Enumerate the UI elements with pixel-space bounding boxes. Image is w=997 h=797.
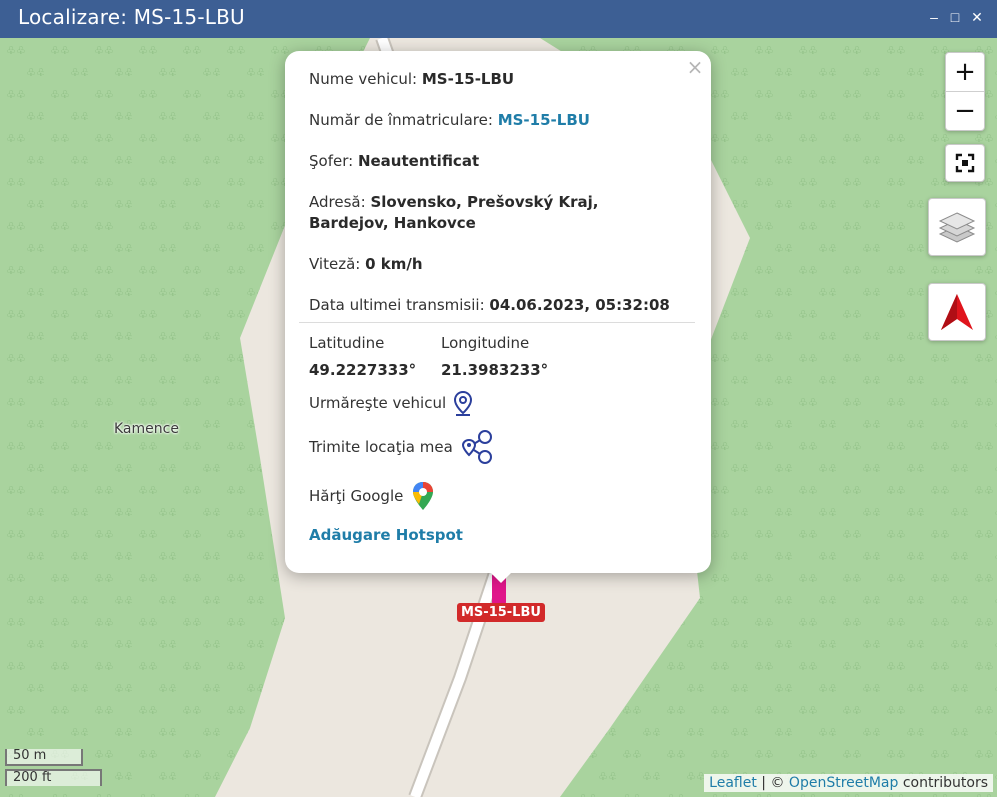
map-attribution: Leaflet | © OpenStreetMap contributors bbox=[704, 774, 993, 792]
zoom-control: + − bbox=[945, 52, 985, 131]
scale-imperial: 200 ft bbox=[5, 769, 102, 786]
fullscreen-icon bbox=[955, 153, 975, 173]
popup-divider bbox=[299, 322, 695, 323]
speed-label: Viteză: bbox=[309, 255, 361, 273]
plate-row: Număr de înmatriculare: MS-15-LBU bbox=[309, 110, 669, 131]
popup-tip bbox=[489, 571, 513, 583]
zoom-out-button[interactable]: − bbox=[946, 91, 984, 130]
latitude-label: Latitudine bbox=[309, 334, 385, 352]
leaflet-link[interactable]: Leaflet bbox=[709, 775, 757, 791]
vehicle-name-row: Nume vehicul: MS-15-LBU bbox=[309, 69, 669, 90]
latitude-number: 49.2227333° bbox=[309, 361, 417, 379]
vehicle-name-label: Nume vehicul: bbox=[309, 70, 418, 88]
map-view[interactable]: ♧♧ ♧♧ Kamence + − bbox=[0, 38, 997, 797]
scale-metric: 50 m bbox=[5, 749, 83, 766]
fullscreen-button[interactable] bbox=[945, 144, 985, 182]
speed-value: 0 km/h bbox=[365, 255, 423, 273]
plate-label: Număr de înmatriculare: bbox=[309, 111, 493, 129]
driver-value: Neautentificat bbox=[357, 152, 480, 170]
last-transmission-row: Data ultimei transmisii: 04.06.2023, 05:… bbox=[309, 295, 689, 316]
plate-link[interactable]: MS-15-LBU bbox=[498, 111, 590, 129]
attribution-separator: | © bbox=[761, 775, 785, 791]
latitude-value: 49.2227333° bbox=[309, 360, 429, 381]
osm-link[interactable]: OpenStreetMap bbox=[789, 775, 898, 791]
add-hotspot-row: Adăugare Hotspot bbox=[309, 525, 669, 546]
driver-label: Şofer: bbox=[309, 152, 354, 170]
close-icon[interactable]: ✕ bbox=[968, 8, 986, 26]
place-label: Kamence bbox=[114, 421, 179, 437]
minimize-icon[interactable]: – bbox=[925, 8, 943, 26]
maximize-icon[interactable]: □ bbox=[946, 8, 964, 26]
google-maps-icon bbox=[413, 482, 434, 510]
google-maps-label: Hărţi Google bbox=[309, 487, 404, 505]
longitude-number: 21.3983233° bbox=[441, 361, 549, 379]
driver-row: Şofer: Neautentificat bbox=[309, 151, 669, 172]
google-maps-button[interactable]: Hărţi Google bbox=[309, 481, 435, 511]
zoom-in-button[interactable]: + bbox=[946, 53, 984, 91]
vehicle-name-value: MS-15-LBU bbox=[421, 70, 515, 88]
address-row: Adresă: Slovensko, Prešovský Kraj, Barde… bbox=[309, 192, 679, 234]
address-label: Adresă: bbox=[309, 193, 366, 211]
send-location-button[interactable]: Trimite locaţia mea bbox=[309, 429, 495, 465]
north-arrow-icon bbox=[941, 294, 973, 330]
add-hotspot-link[interactable]: Adăugare Hotspot bbox=[309, 526, 463, 544]
vehicle-info-popup: × Nume vehicul: MS-15-LBU Număr de înmat… bbox=[285, 51, 711, 583]
last-transmission-label: Data ultimei transmisii: bbox=[309, 296, 485, 314]
share-icon bbox=[461, 430, 492, 464]
location-pin-icon bbox=[454, 390, 473, 416]
north-arrow-button[interactable] bbox=[928, 283, 986, 341]
layers-button[interactable] bbox=[928, 198, 986, 256]
follow-vehicle-label: Urmăreşte vehicul bbox=[309, 394, 447, 412]
longitude-label: Longitudine bbox=[441, 334, 530, 352]
speed-row: Viteză: 0 km/h bbox=[309, 254, 669, 275]
last-transmission-value: 04.06.2023, 05:32:08 bbox=[489, 296, 670, 314]
window-title: Localizare: MS-15-LBU bbox=[18, 5, 245, 29]
layers-icon bbox=[938, 212, 976, 243]
attribution-contributors: contributors bbox=[902, 775, 988, 791]
send-location-label: Trimite locaţia mea bbox=[309, 438, 453, 456]
longitude-value: 21.3983233° bbox=[441, 360, 591, 381]
popup-close-icon[interactable]: × bbox=[685, 55, 705, 79]
follow-vehicle-button[interactable]: Urmăreşte vehicul bbox=[309, 390, 473, 416]
window-titlebar: Localizare: MS-15-LBU – □ ✕ bbox=[0, 0, 997, 38]
vehicle-marker-label[interactable]: MS-15-LBU bbox=[457, 603, 545, 622]
